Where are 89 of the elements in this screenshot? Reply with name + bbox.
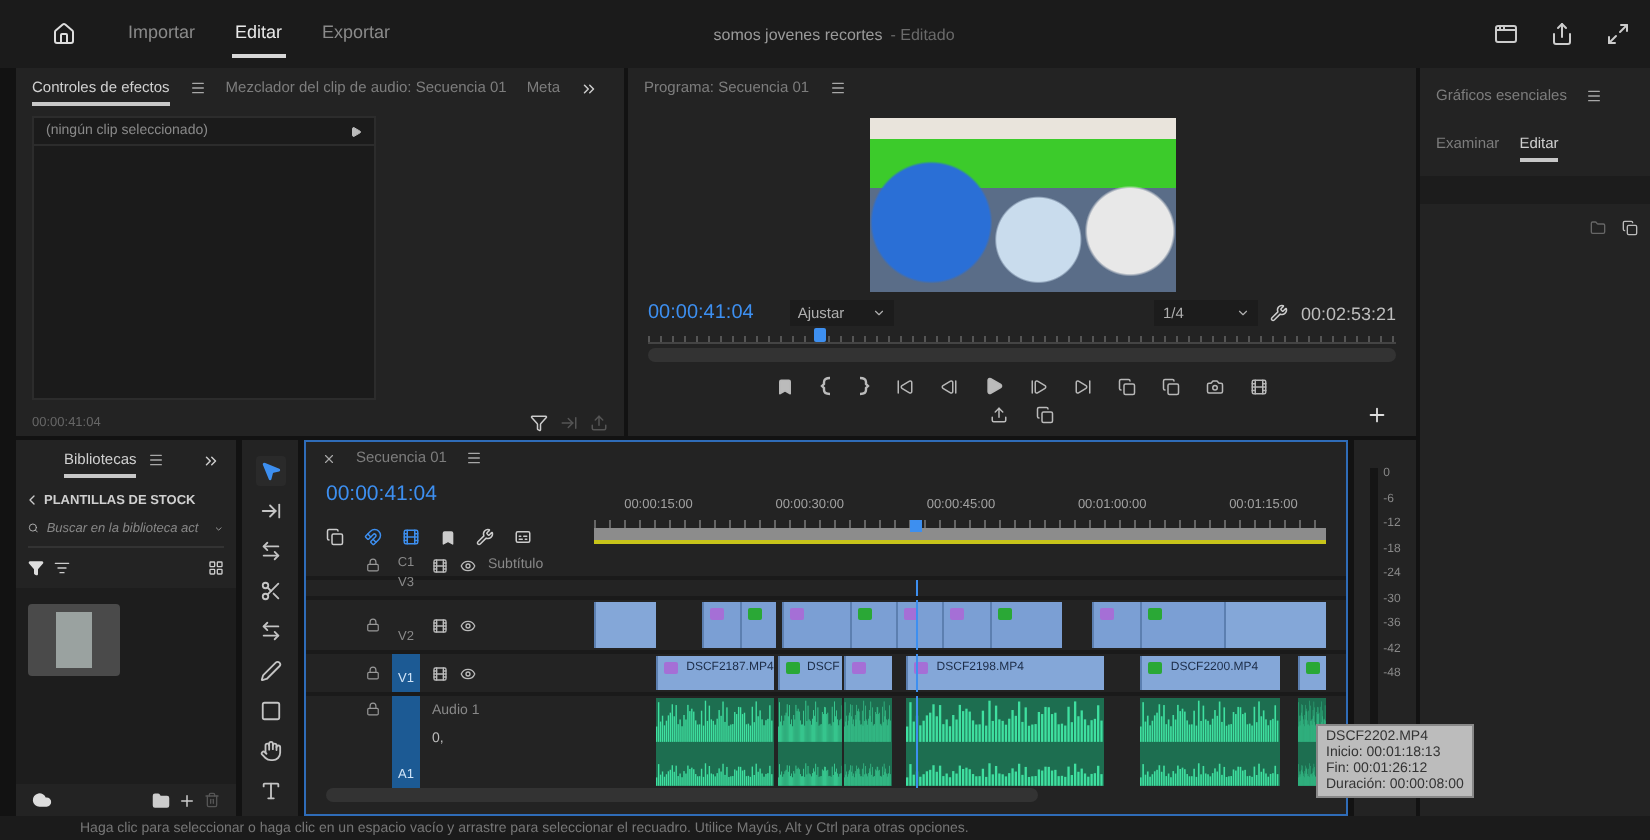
filter-icon[interactable]	[28, 560, 44, 576]
playhead-timecode: 00:00:41:04	[648, 302, 754, 324]
video-clip[interactable]	[1091, 602, 1140, 649]
waveform-drawing	[844, 698, 892, 787]
back-icon[interactable]	[24, 492, 40, 508]
overflow-icon[interactable]	[580, 79, 598, 97]
menu-icon[interactable]	[189, 80, 206, 96]
add-icon[interactable]	[178, 791, 196, 809]
brace-icon[interactable]	[820, 376, 832, 396]
chevron-down-icon[interactable]	[214, 521, 224, 535]
video-clip[interactable]	[1223, 602, 1326, 649]
window-icon[interactable]	[1494, 22, 1518, 46]
playhead-timecode: 00:00:41:04	[326, 482, 437, 506]
video-clip[interactable]	[594, 602, 657, 649]
overflow-icon[interactable]	[202, 451, 220, 469]
caret-icon[interactable]	[1236, 306, 1251, 320]
tool-button[interactable]	[255, 656, 285, 686]
menu-icon[interactable]	[148, 452, 165, 468]
film-icon[interactable]	[432, 617, 448, 634]
export-icon[interactable]	[990, 406, 1008, 424]
search-icon	[28, 520, 39, 536]
step-forward-icon[interactable]	[1030, 377, 1048, 395]
workspace-tab[interactable]: Exportar	[318, 10, 395, 58]
menu-icon[interactable]	[1586, 88, 1603, 104]
camera-icon[interactable]	[1206, 377, 1224, 395]
video-clip[interactable]	[701, 602, 741, 649]
home-icon[interactable]	[52, 22, 76, 46]
brace-icon[interactable]	[858, 376, 870, 396]
workspace-tab[interactable]: Editar	[231, 10, 287, 58]
film-icon[interactable]	[432, 557, 448, 574]
play-icon[interactable]	[350, 125, 362, 137]
marker-icon[interactable]	[440, 529, 456, 545]
waveform-drawing	[777, 698, 843, 787]
video-clip[interactable]	[844, 656, 892, 691]
eye-icon[interactable]	[460, 557, 476, 574]
copy-icon[interactable]	[1036, 406, 1054, 424]
workspace-tab[interactable]: Importar	[124, 10, 200, 58]
skip-back-icon[interactable]	[896, 377, 914, 395]
sort-icon[interactable]	[54, 560, 70, 576]
lock-icon[interactable]	[366, 618, 380, 633]
share-icon[interactable]	[1550, 22, 1574, 46]
grid-icon[interactable]	[208, 560, 224, 576]
video-clip[interactable]	[740, 602, 777, 649]
video-clip[interactable]	[781, 602, 851, 649]
eye-icon[interactable]	[460, 665, 476, 682]
lock-icon[interactable]	[366, 666, 380, 681]
video-clip[interactable]	[1298, 656, 1326, 691]
video-clip[interactable]	[989, 602, 1063, 649]
captions-icon[interactable]	[514, 528, 532, 546]
copy-icon[interactable]	[326, 528, 344, 546]
duration-timecode: 00:02:53:21	[1300, 303, 1396, 323]
video-clip[interactable]	[896, 602, 943, 649]
filter-icon[interactable]	[530, 413, 548, 431]
copy-icon[interactable]	[1162, 377, 1180, 395]
marker-icon[interactable]	[776, 377, 794, 395]
template-thumbnail[interactable]	[28, 604, 120, 676]
film-icon[interactable]	[432, 665, 448, 682]
playhead-handle[interactable]	[814, 328, 827, 342]
caret-icon[interactable]	[871, 306, 886, 320]
step-back-icon[interactable]	[940, 377, 958, 395]
menu-icon[interactable]	[466, 450, 483, 466]
film-icon[interactable]	[1250, 377, 1268, 395]
magnet-icon[interactable]	[364, 528, 382, 546]
eye-icon[interactable]	[460, 617, 476, 634]
tool-button[interactable]	[255, 456, 285, 486]
copy-icon[interactable]	[1622, 220, 1638, 236]
video-clip[interactable]	[942, 602, 990, 649]
playhead-handle[interactable]	[910, 520, 923, 532]
lock-icon[interactable]	[366, 558, 380, 573]
project-title: somos jovenes recortes	[713, 25, 883, 43]
film-icon[interactable]	[402, 528, 420, 546]
project-status: - Editado	[890, 25, 955, 43]
copy-icon[interactable]	[1118, 377, 1136, 395]
cloud-icon[interactable]	[32, 790, 52, 810]
waveform-drawing	[656, 698, 774, 787]
menu-icon[interactable]	[829, 80, 846, 96]
video-clip[interactable]	[1139, 602, 1224, 649]
lock-icon[interactable]	[366, 702, 380, 717]
video-clip[interactable]	[850, 602, 897, 649]
play-icon[interactable]	[984, 376, 1004, 396]
wrench-icon[interactable]	[1270, 304, 1289, 322]
close-icon[interactable]	[322, 451, 336, 465]
expand-icon[interactable]	[1606, 22, 1630, 46]
tool-button[interactable]	[255, 736, 285, 766]
zoom-scrollbar[interactable]	[326, 788, 1038, 802]
skip-forward-icon[interactable]	[1074, 377, 1092, 395]
wrench-icon[interactable]	[476, 528, 494, 546]
waveform-drawing	[1140, 698, 1280, 787]
add-icon[interactable]	[1366, 404, 1388, 426]
